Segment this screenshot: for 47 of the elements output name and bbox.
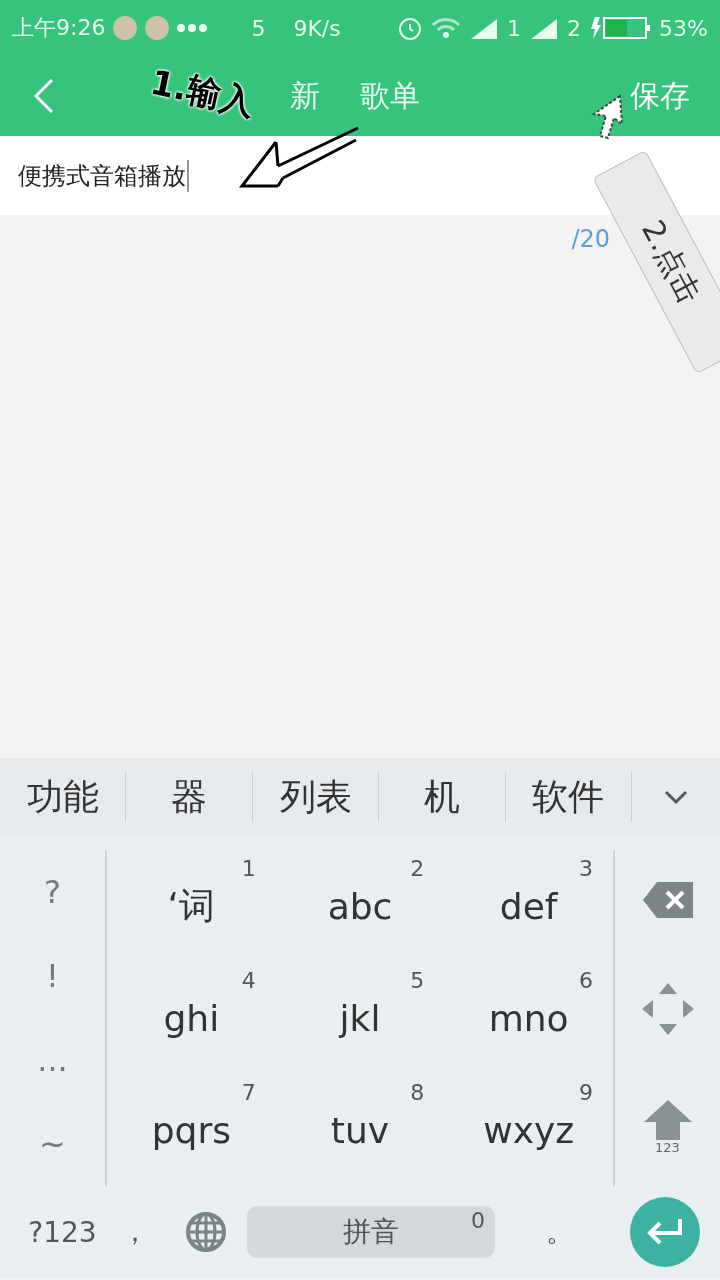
keyboard-key[interactable]: wxyz 9	[444, 1074, 613, 1186]
candidate-word[interactable]: 功能	[26, 776, 99, 817]
backspace-icon[interactable]	[642, 881, 693, 918]
enter-icon	[646, 1217, 684, 1247]
keyboard-key[interactable]: jkl 5	[275, 962, 445, 1074]
symbol-key[interactable]: ?	[44, 873, 61, 911]
battery-percent: 53%	[659, 15, 708, 41]
chevron-down-icon[interactable]	[663, 789, 690, 805]
comma-key[interactable]: ，	[115, 1213, 155, 1251]
candidate-word[interactable]: 软件	[532, 776, 605, 817]
battery-icon	[589, 15, 652, 41]
annotation-text: 1.输入	[146, 60, 259, 125]
sim-label: 2	[567, 15, 582, 41]
notification-icon	[113, 16, 138, 40]
shift-key[interactable]: 123	[643, 1099, 692, 1155]
symbol-key[interactable]: ~	[39, 1125, 66, 1163]
arrow-up-icon	[643, 1099, 692, 1140]
symbols-key[interactable]: ?123	[10, 1215, 115, 1249]
signal-icon	[469, 17, 500, 39]
keyboard-key[interactable]: tuv 8	[275, 1074, 445, 1186]
pointer-arrow-icon	[590, 94, 626, 140]
more-icon	[177, 24, 208, 32]
wifi-icon	[431, 17, 462, 39]
notification-icon	[145, 16, 170, 40]
globe-icon[interactable]	[185, 1211, 227, 1253]
page-title: 新	[290, 77, 320, 115]
keyboard-key[interactable]: ghi 4	[107, 962, 276, 1074]
keyboard-key[interactable]: def 3	[444, 850, 613, 962]
keyboard-key[interactable]: pqrs 7	[107, 1074, 276, 1186]
page-title: 歌单	[360, 77, 420, 115]
period-key[interactable]: 。	[525, 1213, 595, 1251]
network-speed: 9K/s	[293, 15, 341, 41]
sim-label: 1	[507, 15, 522, 41]
keyboard-key[interactable]: mno 6	[444, 962, 613, 1074]
candidate-word[interactable]: 列表	[279, 776, 352, 817]
keyboard-key[interactable]: abc 2	[275, 850, 445, 962]
signal-icon	[529, 17, 560, 39]
name-input-field[interactable]: 便携式音箱播放	[0, 136, 720, 215]
status-time: 上午9:26	[12, 14, 106, 42]
alarm-icon	[397, 15, 424, 41]
keyboard-key[interactable]: ‘词 1	[107, 850, 276, 962]
candidate-word[interactable]: 器	[171, 776, 208, 817]
symbol-key[interactable]: !	[46, 957, 59, 995]
space-key[interactable]: 拼音 0	[247, 1206, 495, 1258]
network-speed: 5	[251, 15, 266, 41]
candidate-word[interactable]: 机	[423, 776, 460, 817]
symbol-key[interactable]: ...	[37, 1041, 68, 1079]
